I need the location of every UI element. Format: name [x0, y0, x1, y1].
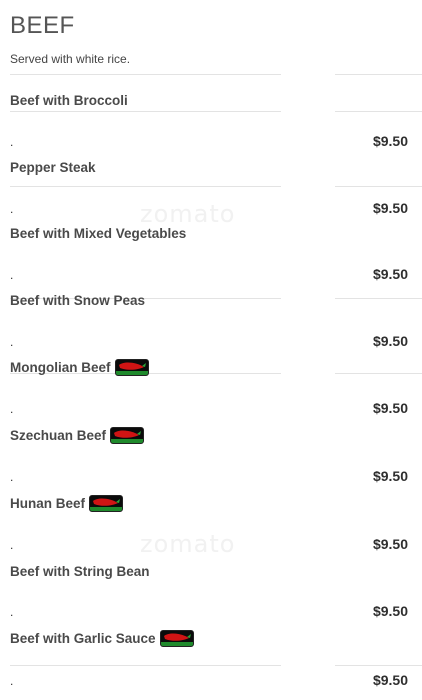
section-note: Served with white rice.	[10, 52, 131, 66]
chili-pepper-icon	[110, 427, 145, 444]
menu-item-price: $9.50	[372, 672, 408, 688]
divider	[335, 298, 422, 299]
menu-item-label: Mongolian Beef	[10, 360, 111, 375]
divider	[335, 373, 422, 374]
menu-item-name: Pepper Steak	[10, 160, 96, 175]
menu-item-description: .	[10, 538, 14, 552]
menu-item-label: Beef with Broccoli	[10, 93, 128, 108]
chili-pepper-icon	[114, 359, 149, 376]
menu-item-description: .	[10, 135, 14, 149]
menu-item-price: $9.50	[372, 400, 408, 416]
divider	[10, 186, 281, 187]
menu-item-description: .	[10, 335, 14, 349]
menu-item-name: Mongolian Beef	[10, 359, 149, 376]
menu-item-price: $9.50	[372, 536, 408, 552]
menu-item-label: Beef with Garlic Sauce	[10, 631, 156, 646]
menu-item-name: Beef with Broccoli	[10, 93, 128, 108]
menu-item-price: $9.50	[372, 468, 408, 484]
divider	[335, 74, 422, 75]
menu-item-description: .	[10, 202, 14, 216]
chili-pepper-icon	[89, 495, 124, 512]
divider	[10, 665, 281, 666]
menu-item-label: Beef with Mixed Vegetables	[10, 226, 187, 241]
divider	[10, 111, 281, 112]
divider	[335, 111, 422, 112]
menu-item-description: .	[10, 605, 14, 619]
menu-item-label: Pepper Steak	[10, 160, 96, 175]
menu-item-name: Beef with String Bean	[10, 564, 150, 579]
menu-item-description: .	[10, 470, 14, 484]
menu-page: BEEF Served with white rice. zomato zoma…	[0, 0, 422, 700]
divider	[335, 665, 422, 666]
chili-pepper-icon	[159, 630, 194, 647]
menu-item-description: .	[10, 402, 14, 416]
divider	[10, 74, 281, 75]
menu-item-price: $9.50	[372, 333, 408, 349]
menu-item-label: Beef with String Bean	[10, 564, 150, 579]
divider	[335, 186, 422, 187]
menu-item-name: Beef with Mixed Vegetables	[10, 226, 186, 241]
menu-item-description: .	[10, 674, 14, 688]
menu-item-label: Hunan Beef	[10, 496, 86, 511]
menu-item-label: Beef with Snow Peas	[10, 293, 146, 308]
menu-item-price: $9.50	[372, 266, 408, 282]
menu-item-name: Beef with Garlic Sauce	[10, 630, 194, 647]
menu-item-name: Beef with Snow Peas	[10, 293, 145, 308]
menu-item-price: $9.50	[372, 200, 408, 216]
menu-item-name: Hunan Beef	[10, 495, 124, 512]
menu-item-price: $9.50	[372, 603, 408, 619]
menu-item-price: $9.50	[372, 133, 408, 149]
watermark: zomato	[140, 200, 236, 228]
section-title: BEEF	[10, 12, 75, 39]
menu-item-label: Szechuan Beef	[10, 428, 107, 443]
watermark: zomato	[140, 530, 236, 558]
menu-item-name: Szechuan Beef	[10, 427, 145, 444]
menu-item-description: .	[10, 268, 14, 282]
